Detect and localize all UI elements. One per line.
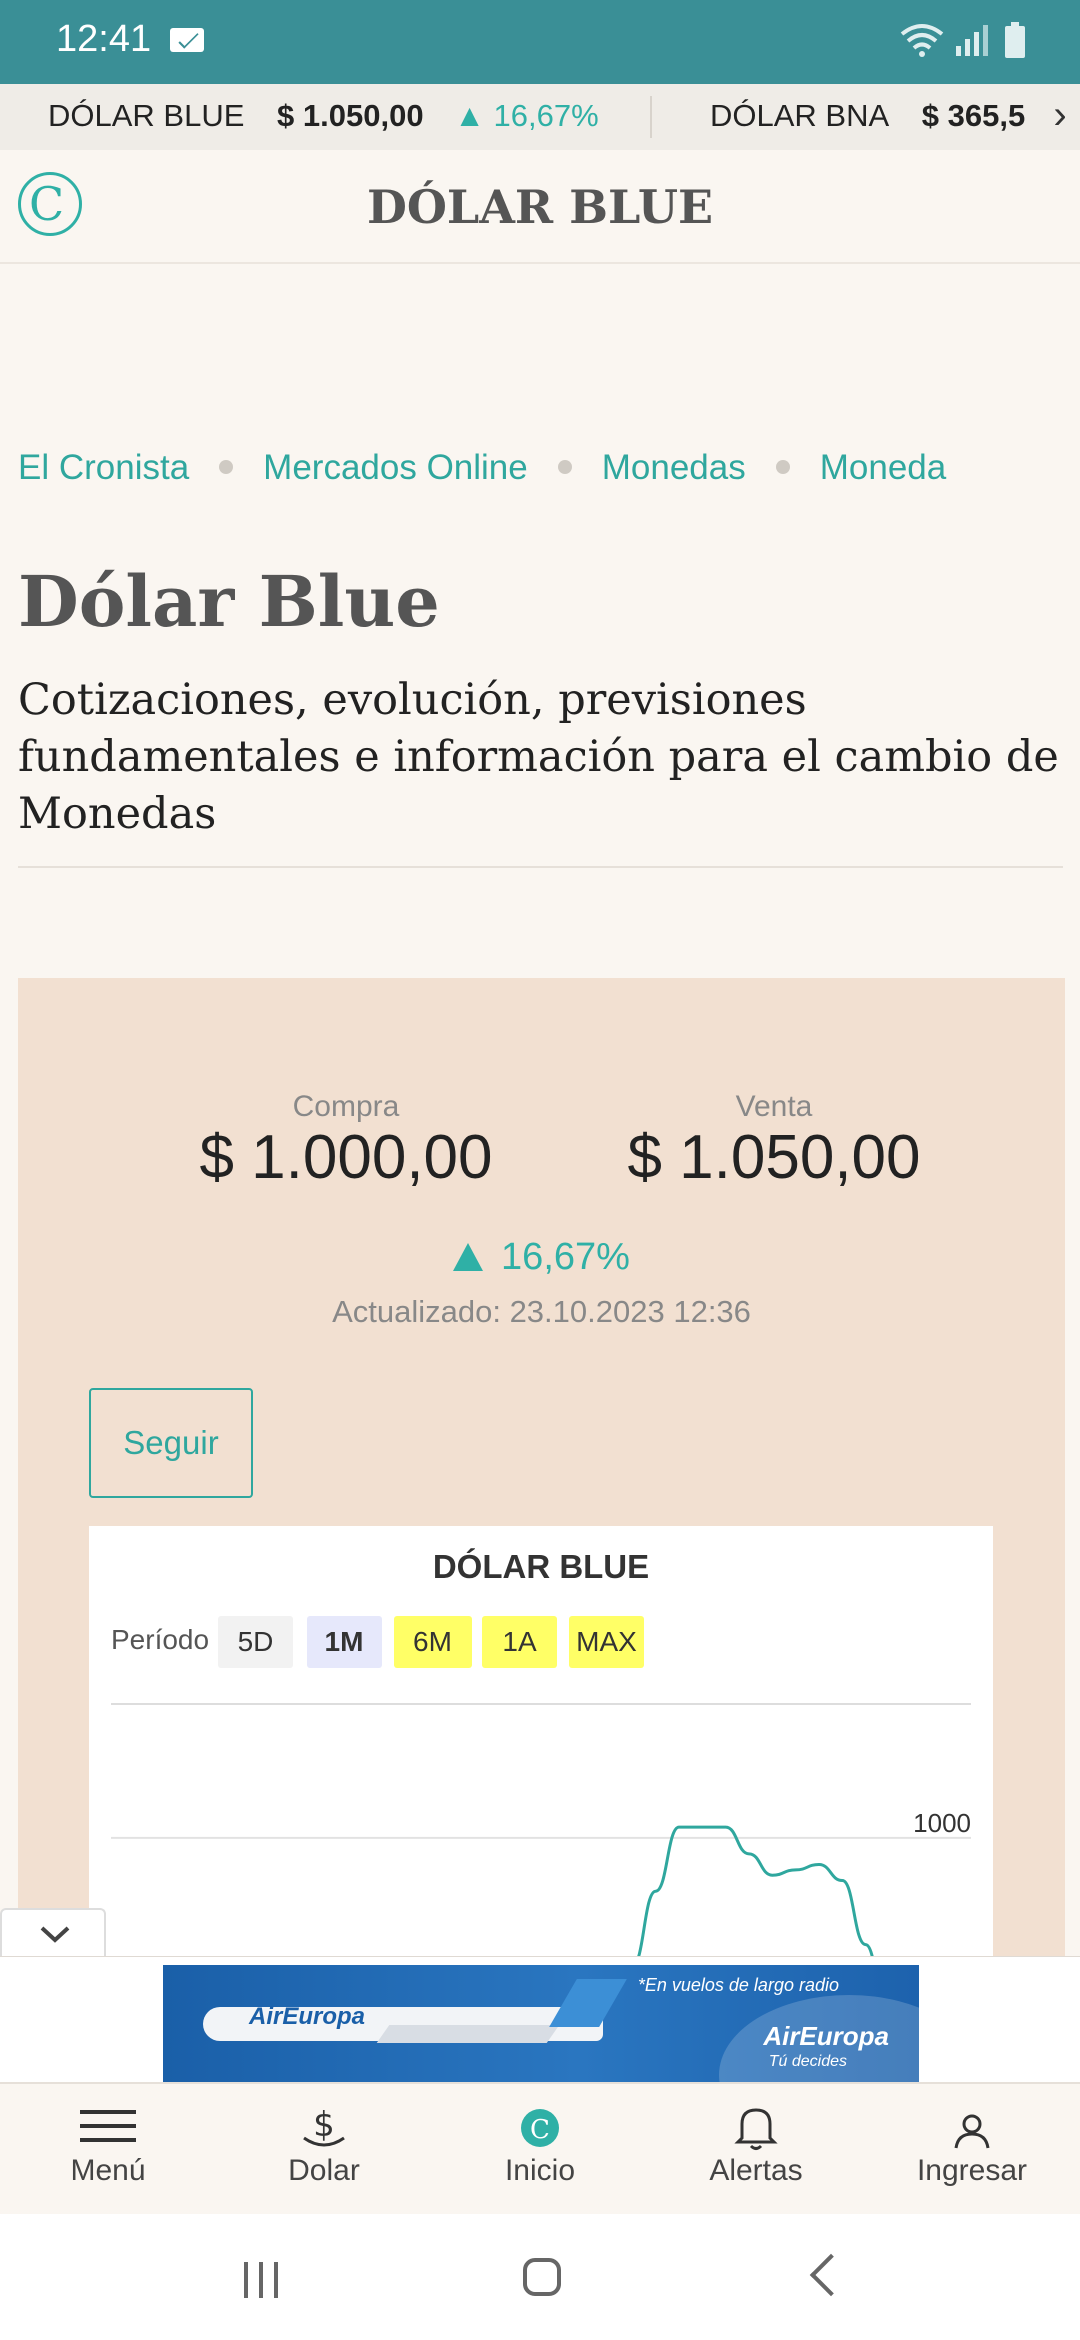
up-triangle-icon (453, 1243, 484, 1271)
buy-label: Compra (292, 1090, 400, 1123)
bottom-navigation: Menú $ Dolar C Inicio Alertas Ingresar (0, 2082, 1080, 2216)
ticker-item[interactable]: DÓLAR BLUE $ 1.050,00 ▲ 16,67% (48, 98, 599, 134)
dollar-icon: $ (303, 2105, 345, 2147)
nav-alertas[interactable]: Alertas (648, 2084, 864, 2216)
divider (18, 866, 1063, 868)
svg-text:$: $ (313, 2105, 335, 2145)
chevron-down-icon (40, 1926, 70, 1943)
svg-text:C: C (530, 2115, 550, 2145)
sell-label: Venta (735, 1090, 813, 1123)
breadcrumb-link[interactable]: Moneda (820, 448, 946, 488)
menu-icon (80, 2110, 136, 2142)
buy-value: $ 1.000,00 (199, 1123, 493, 1192)
air-europa-ad[interactable]: AirEuropa *En vuelos de largo radio AirE… (163, 1965, 919, 2083)
system-navigation (0, 2214, 1080, 2340)
signal-icon (956, 25, 988, 56)
nav-label: Ingresar (916, 2154, 1028, 2187)
recent-apps-icon[interactable] (244, 2262, 280, 2298)
ticker-divider (650, 96, 652, 138)
nav-menu[interactable]: Menú (0, 2084, 216, 2216)
collapse-ad-button[interactable] (0, 1908, 106, 1958)
price-chart: DÓLAR BLUE Período 5D 1M 6M 1A MAX 1000 (89, 1526, 993, 1966)
site-header: C DÓLAR BLUE (0, 150, 1080, 264)
battery-icon (1005, 22, 1025, 58)
follow-button[interactable]: Seguir (89, 1388, 253, 1498)
home-icon[interactable] (523, 2258, 561, 2296)
airplane-wing (376, 2025, 560, 2043)
status-bar: 12:41 (0, 0, 1080, 84)
nav-label: Alertas (709, 2154, 803, 2187)
ticker-item[interactable]: DÓLAR BNA $ 365,5 (710, 98, 1047, 134)
breadcrumb-link[interactable]: Mercados Online (263, 448, 528, 488)
change-value: 16,67% (501, 1236, 630, 1278)
breadcrumb-separator (775, 459, 790, 474)
home-logo-icon: C (521, 2109, 559, 2147)
ad-tagline: *En vuelos de largo radio (637, 1975, 839, 1995)
change-indicator: 16,67% (18, 1236, 1065, 1279)
breadcrumb-link[interactable]: El Cronista (18, 448, 189, 488)
sell-quote: Venta $ 1.050,00 (584, 1090, 964, 1193)
breadcrumb-separator (557, 459, 572, 474)
up-arrow-icon: ▲ (454, 98, 485, 133)
page-title: Dólar Blue (18, 560, 440, 643)
nav-inicio[interactable]: C Inicio (432, 2084, 648, 2216)
user-icon (954, 2114, 990, 2149)
breadcrumb-separator (219, 459, 234, 474)
bell-icon (734, 2108, 778, 2150)
series-line (629, 1825, 876, 1966)
back-icon[interactable] (809, 2253, 853, 2297)
ad-brand-on-plane: AirEuropa (249, 2003, 366, 2030)
nav-label: Dolar (288, 2154, 360, 2187)
page-subtitle: Cotizaciones, evolución, previsiones fun… (18, 675, 1059, 839)
ticker-price: $ 1.050,00 (277, 98, 424, 133)
header-title: DÓLAR BLUE (366, 180, 714, 234)
nav-ingresar[interactable]: Ingresar (864, 2084, 1080, 2216)
chevron-right-icon[interactable]: › (1040, 84, 1080, 150)
market-ticker[interactable]: DÓLAR BLUE $ 1.050,00 ▲ 16,67% DÓLAR BNA… (0, 84, 1080, 151)
ticker-name: DÓLAR BLUE (48, 98, 245, 133)
wifi-icon (900, 24, 944, 57)
ticker-price: $ 365,5 (921, 98, 1026, 133)
ticker-name: DÓLAR BNA (710, 98, 890, 133)
mail-icon (170, 28, 204, 52)
updated-timestamp: Actualizado: 23.10.2023 12:36 (332, 1294, 751, 1329)
buy-quote: Compra $ 1.000,00 (156, 1090, 536, 1193)
chart-svg: 1000 (111, 1703, 971, 1966)
nav-label: Menú (70, 2154, 146, 2187)
breadcrumb: El Cronista Mercados Online Monedas Moneda (18, 448, 946, 488)
breadcrumb-link[interactable]: Monedas (602, 448, 746, 488)
airplane-tail (549, 1979, 627, 2027)
y-tick-label: 1000 (913, 1808, 971, 1838)
ad-brand: AirEuropa (763, 2021, 889, 2051)
ticker-change: 16,67% (493, 98, 599, 133)
ad-banner-container: AirEuropa *En vuelos de largo radio AirE… (0, 1956, 1080, 2083)
sell-value: $ 1.050,00 (627, 1123, 921, 1192)
quote-panel: Compra $ 1.000,00 Venta $ 1.050,00 16,67… (18, 978, 1065, 1978)
ad-slogan: Tú decides (768, 2053, 847, 2070)
nav-dolar[interactable]: $ Dolar (216, 2084, 432, 2216)
nav-label: Inicio (504, 2154, 576, 2187)
clock: 12:41 (56, 18, 152, 60)
